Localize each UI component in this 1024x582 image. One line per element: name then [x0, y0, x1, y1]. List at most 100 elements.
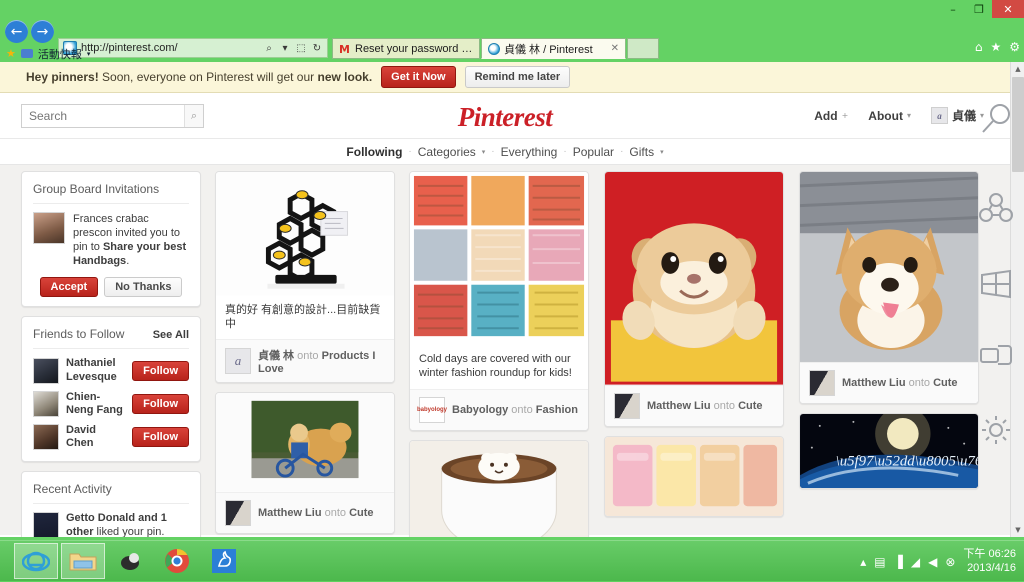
- taskbar-item-internet-explorer[interactable]: [14, 543, 58, 579]
- invitation-suffix: .: [126, 255, 129, 267]
- pin-card[interactable]: Matthew Liu onto Cute: [215, 392, 395, 534]
- recent-activity-module: Recent Activity Getto Donald and 1 other…: [21, 471, 201, 537]
- pin-attribution: Matthew Liu onto Cute: [258, 507, 374, 519]
- nav-item-gifts[interactable]: Gifts: [629, 145, 654, 159]
- browser-toolbar: ← → http://pinterest.com/ ⌕ ▾ ⬚ ↻ M Rese…: [0, 18, 1024, 45]
- chevron-down-icon: ▾: [907, 111, 911, 120]
- taskbar-clock[interactable]: 下午 06:26 2013/4/16: [963, 548, 1016, 576]
- earth-sunrise-from-space-image[interactable]: \u5f97\u52dd\u8005\u7684\u547c\u53ec: [800, 414, 978, 488]
- pin-card[interactable]: \u5f97\u52dd\u8005\u7684\u547c\u53ec: [799, 413, 979, 489]
- nav-item-categories[interactable]: Categories: [418, 145, 476, 159]
- scroll-up-button[interactable]: ▲: [1011, 62, 1024, 76]
- friend-name[interactable]: David Chen: [66, 424, 125, 450]
- friend-name[interactable]: Chien-Neng Fang: [66, 391, 125, 417]
- accept-button[interactable]: Accept: [40, 277, 99, 297]
- pin-board[interactable]: Cute: [933, 377, 957, 389]
- user-menu[interactable]: a 貞儀 ▾: [931, 107, 984, 124]
- nav-item-following[interactable]: Following: [346, 145, 402, 159]
- plus-icon: +: [842, 111, 849, 120]
- pin-author[interactable]: Matthew Liu: [258, 507, 322, 519]
- pinterest-nav: Following · Categories ▾ · Everything · …: [0, 139, 1010, 165]
- golden-retriever-with-puppy-on-tricycle-image[interactable]: [216, 393, 394, 492]
- pin-card[interactable]: [409, 440, 589, 537]
- add-menu[interactable]: Add +: [814, 109, 848, 123]
- pin-board[interactable]: Cute: [349, 507, 373, 519]
- pin-card[interactable]: Matthew Liu onto Cute: [799, 171, 979, 404]
- scrollbar-thumb[interactable]: [1012, 77, 1024, 172]
- hamster-thumbs-up-on-red-image[interactable]: [605, 172, 783, 385]
- file-explorer-icon: [69, 549, 97, 573]
- pin-board[interactable]: Cute: [738, 400, 762, 412]
- kids-winter-fashion-collage-image[interactable]: [410, 172, 588, 345]
- chevron-down-icon[interactable]: ▾: [482, 148, 486, 156]
- get-it-now-button[interactable]: Get it Now: [381, 66, 455, 88]
- avatar[interactable]: [33, 358, 59, 384]
- activity-thumbnail[interactable]: [33, 512, 59, 537]
- nav-separator: ·: [491, 146, 494, 157]
- add-favorite-icon[interactable]: ★: [6, 47, 16, 60]
- cat-marshmallow-in-coffee-cup-image[interactable]: [410, 441, 588, 537]
- follow-button[interactable]: Follow: [132, 394, 189, 414]
- pin-author[interactable]: 貞儀 林: [258, 350, 294, 362]
- pin-card[interactable]: [604, 436, 784, 517]
- favorites-bar-item-label[interactable]: 活動快報: [38, 46, 82, 62]
- activity-text: Getto Donald and 1 other liked your pin.: [66, 512, 189, 537]
- minimize-button[interactable]: –: [940, 0, 966, 18]
- pin-attribution: Babyology onto Fashion: [452, 404, 578, 416]
- avatar[interactable]: [614, 393, 640, 419]
- close-button[interactable]: ✕: [992, 0, 1024, 18]
- chevron-down-icon[interactable]: ▾: [660, 148, 664, 156]
- chevron-down-icon[interactable]: ▾: [87, 50, 91, 58]
- taskbar-item-media-player[interactable]: [108, 543, 152, 579]
- remind-me-later-button[interactable]: Remind me later: [465, 66, 571, 88]
- corgi-puppy-tongue-out-image[interactable]: [800, 172, 978, 362]
- divider: [33, 503, 189, 504]
- pin-card[interactable]: Cold days are covered with our winter fa…: [409, 171, 589, 431]
- restore-button[interactable]: ❐: [966, 0, 992, 18]
- pin-author[interactable]: Matthew Liu: [647, 400, 711, 412]
- media-player-icon: [117, 550, 143, 572]
- about-menu[interactable]: About ▾: [868, 109, 911, 123]
- module-title: Recent Activity: [33, 482, 189, 496]
- nav-item-popular[interactable]: Popular: [573, 145, 614, 159]
- pin-onto-label: onto: [297, 350, 318, 362]
- follow-button[interactable]: Follow: [132, 361, 189, 381]
- scroll-down-button[interactable]: ▼: [1011, 523, 1024, 537]
- taskbar-item-file-explorer[interactable]: [61, 543, 105, 579]
- page-scrollbar[interactable]: ▲ ▼: [1010, 62, 1024, 537]
- pin-author[interactable]: Babyology: [452, 404, 508, 416]
- back-button[interactable]: ←: [5, 20, 28, 43]
- avatar[interactable]: [33, 212, 65, 244]
- internet-explorer-icon: [22, 547, 50, 575]
- volume-icon[interactable]: ◀: [928, 555, 937, 569]
- pin-author[interactable]: Matthew Liu: [842, 377, 906, 389]
- nav-item-everything[interactable]: Everything: [501, 145, 558, 159]
- avatar[interactable]: [33, 391, 59, 417]
- friend-row: Nathaniel Levesque Follow: [33, 357, 189, 383]
- see-all-link[interactable]: See All: [153, 329, 189, 341]
- pin-card[interactable]: Matthew Liu onto Cute: [604, 171, 784, 427]
- signal-icon[interactable]: ◢: [911, 555, 920, 569]
- pin-board[interactable]: Fashion: [536, 404, 578, 416]
- avatar[interactable]: babyology: [419, 397, 445, 423]
- pastel-sweets-tray-image[interactable]: [605, 437, 783, 516]
- pin-onto-label: onto: [511, 404, 532, 416]
- no-thanks-button[interactable]: No Thanks: [104, 277, 182, 297]
- avatar[interactable]: [225, 500, 251, 526]
- avatar[interactable]: [33, 424, 59, 450]
- show-hidden-icons-button[interactable]: ▴: [860, 555, 866, 569]
- pin-card[interactable]: 真的好 有創意的設計...目前缺貨中 a 貞儀 林 onto Products …: [215, 171, 395, 383]
- friend-name[interactable]: Nathaniel Levesque: [66, 357, 125, 383]
- follow-button[interactable]: Follow: [132, 427, 189, 447]
- taskbar-item-rabbit-app[interactable]: [202, 543, 246, 579]
- network-icon[interactable]: ▤: [874, 555, 885, 569]
- module-title: Group Board Invitations: [33, 182, 189, 196]
- taskbar-item-google-chrome[interactable]: [155, 543, 199, 579]
- action-center-icon[interactable]: ⊗: [945, 555, 955, 569]
- honeycomb-memo-board-image[interactable]: [216, 172, 394, 296]
- module-title: Friends to Follow See All: [33, 327, 189, 341]
- avatar[interactable]: a: [225, 348, 251, 374]
- forward-button[interactable]: →: [31, 20, 54, 43]
- battery-icon[interactable]: ▐: [894, 555, 903, 569]
- avatar[interactable]: [809, 370, 835, 396]
